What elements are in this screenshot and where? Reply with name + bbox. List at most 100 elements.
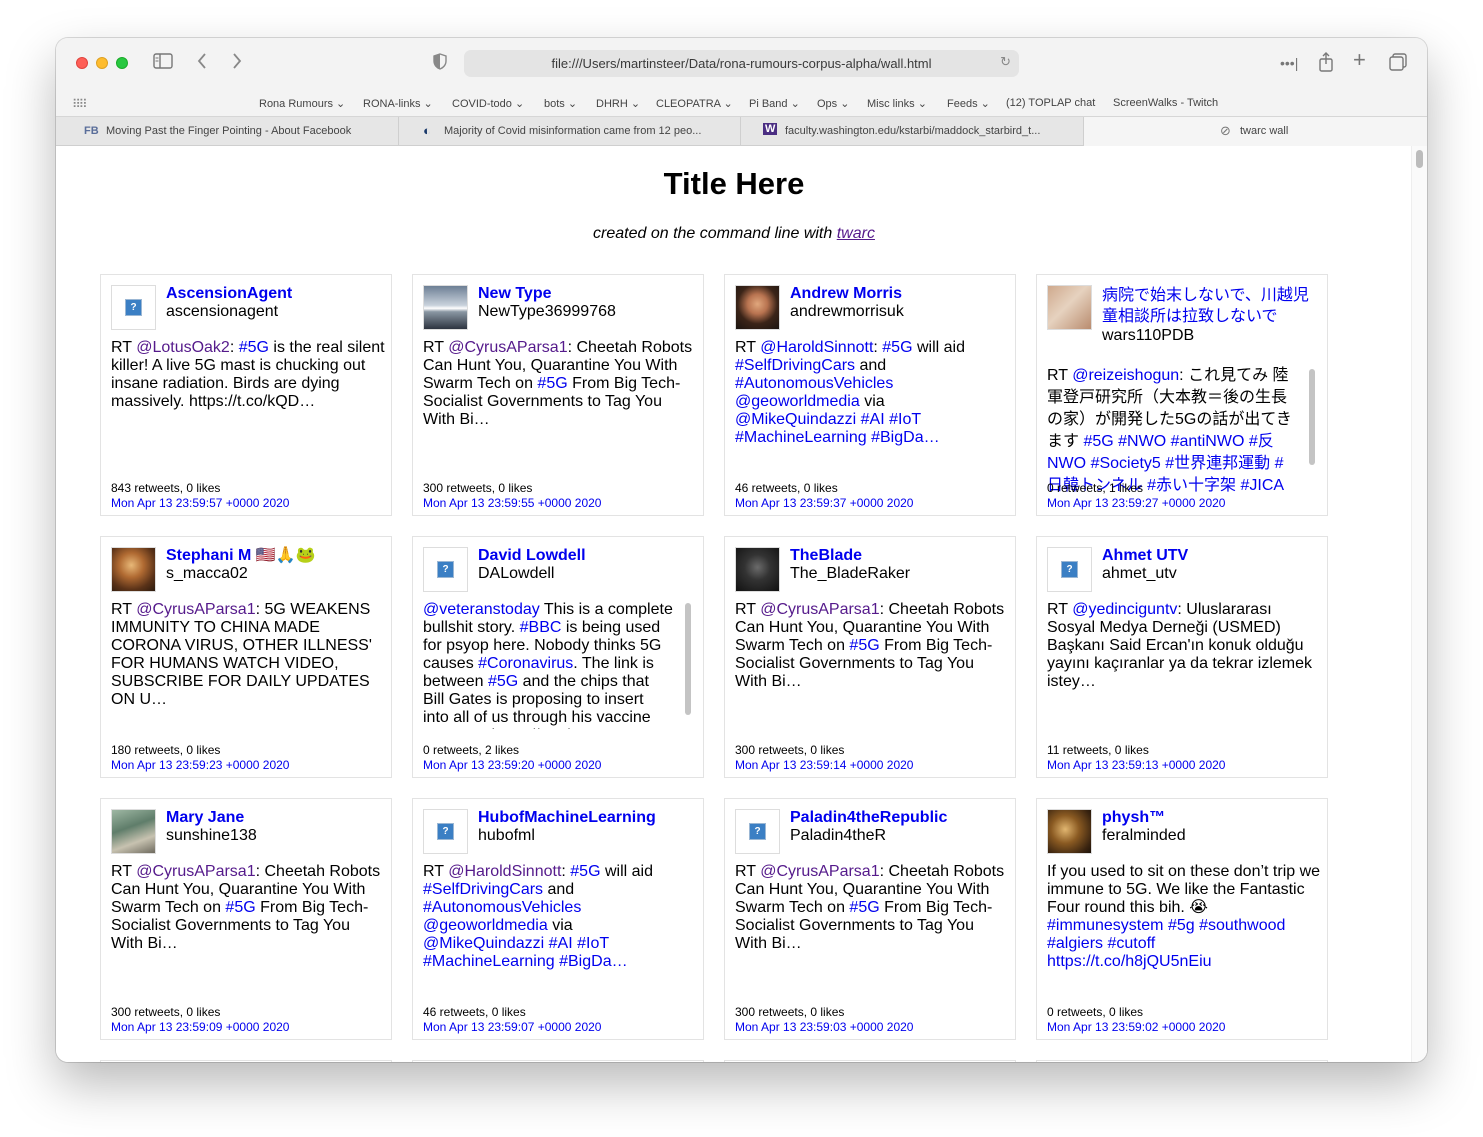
apps-grid-icon[interactable]: ⠿⠿ bbox=[72, 97, 88, 111]
tweet-author-name[interactable]: David Lowdell bbox=[478, 547, 697, 565]
hashtag-link[interactable]: #SelfDrivingCars bbox=[735, 357, 855, 374]
avatar[interactable] bbox=[111, 547, 156, 592]
tweet-author-name[interactable]: Ahmet UTV bbox=[1102, 547, 1321, 565]
hashtag-link[interactable]: #JICA bbox=[1241, 477, 1285, 493]
avatar[interactable] bbox=[1047, 809, 1092, 854]
hashtag-link[interactable]: #immunesystem bbox=[1047, 917, 1163, 934]
hashtag-link[interactable]: #Coronavirus bbox=[478, 655, 573, 672]
avatar[interactable]: ? bbox=[423, 809, 468, 854]
hashtag-link[interactable]: #BigDa… bbox=[871, 429, 939, 446]
minimize-window-button[interactable] bbox=[96, 57, 108, 69]
avatar[interactable]: ? bbox=[423, 547, 468, 592]
hashtag-link[interactable]: @veteranstoday bbox=[423, 601, 540, 618]
tweet-date-link[interactable]: Mon Apr 13 23:59:27 +0000 2020 bbox=[1047, 496, 1225, 510]
hashtag-link[interactable]: #algiers bbox=[1047, 935, 1103, 952]
tweet-author-name[interactable]: Andrew Morris bbox=[790, 285, 1009, 303]
privacy-shield-icon[interactable] bbox=[433, 53, 447, 74]
hashtag-link[interactable]: @geoworldmedia bbox=[735, 393, 860, 410]
mention-link[interactable]: @HaroldSinnott bbox=[448, 863, 561, 880]
hashtag-link[interactable]: @HaroldSinnott bbox=[760, 339, 873, 356]
address-bar[interactable]: file:///Users/martinsteer/Data/rona-rumo… bbox=[464, 50, 1019, 77]
hashtag-link[interactable]: #BigDa… bbox=[559, 953, 627, 970]
bookmark-folder[interactable]: CLEOPATRA ⌄ bbox=[656, 97, 733, 110]
bookmark-folder[interactable]: Ops ⌄ bbox=[817, 97, 849, 110]
bookmark-folder[interactable]: RONA-links ⌄ bbox=[363, 97, 433, 110]
hashtag-link[interactable]: #赤い十字架 bbox=[1147, 477, 1236, 493]
mention-link[interactable]: @CyrusAParsa1 bbox=[136, 863, 255, 880]
tweet-author-name[interactable]: Stephani M 🇺🇸🙏🐸 bbox=[166, 547, 385, 565]
tweet-date-link[interactable]: Mon Apr 13 23:59:02 +0000 2020 bbox=[1047, 1020, 1225, 1034]
hashtag-link[interactable]: #5G bbox=[849, 899, 879, 916]
tweet-text-scrollbar[interactable] bbox=[1309, 369, 1315, 465]
tweet-date-link[interactable]: Mon Apr 13 23:59:13 +0000 2020 bbox=[1047, 758, 1225, 772]
hashtag-link[interactable]: #NWO bbox=[1118, 433, 1166, 450]
back-icon[interactable] bbox=[196, 52, 208, 74]
tweet-date-link[interactable]: Mon Apr 13 23:59:14 +0000 2020 bbox=[735, 758, 913, 772]
hashtag-link[interactable]: #5G bbox=[882, 339, 912, 356]
hashtag-link[interactable]: #AutonomousVehicles bbox=[735, 375, 893, 392]
bookmark-folder[interactable]: Rona Rumours ⌄ bbox=[259, 97, 345, 110]
avatar[interactable] bbox=[735, 285, 780, 330]
new-tab-icon[interactable]: + bbox=[1353, 49, 1366, 71]
avatar[interactable]: ? bbox=[1047, 547, 1092, 592]
tweet-author-name[interactable]: Mary Jane bbox=[166, 809, 385, 827]
hashtag-link[interactable]: #5G bbox=[488, 673, 518, 690]
hashtag-link[interactable]: #世界連邦運動 bbox=[1165, 455, 1270, 472]
hashtag-link[interactable]: #IoT bbox=[577, 935, 609, 952]
hashtag-link[interactable]: #Society5 bbox=[1091, 455, 1161, 472]
hashtag-link[interactable]: @geoworldmedia bbox=[423, 917, 548, 934]
hashtag-link[interactable]: #cutoff bbox=[1107, 935, 1155, 952]
tweet-author-name[interactable]: New Type bbox=[478, 285, 697, 303]
hashtag-link[interactable]: @MikeQuindazzi bbox=[423, 935, 544, 952]
tweet-date-link[interactable]: Mon Apr 13 23:59:03 +0000 2020 bbox=[735, 1020, 913, 1034]
tweet-author-name[interactable]: Paladin4theRepublic bbox=[790, 809, 1009, 827]
avatar[interactable]: ? bbox=[735, 809, 780, 854]
avatar[interactable]: ? bbox=[111, 285, 156, 330]
bookmark-link[interactable]: (12) TOPLAP chat bbox=[1006, 97, 1095, 109]
tweet-author-name[interactable]: TheBlade bbox=[790, 547, 1009, 565]
bookmark-folder[interactable]: Feeds ⌄ bbox=[947, 97, 990, 110]
hashtag-link[interactable]: #5G bbox=[570, 863, 600, 880]
hashtag-link[interactable]: #southwood bbox=[1199, 917, 1285, 934]
tweet-author-name[interactable]: physh™ bbox=[1102, 809, 1321, 827]
hashtag-link[interactable]: #5G bbox=[849, 637, 879, 654]
mention-link[interactable]: @CyrusAParsa1 bbox=[760, 863, 879, 880]
scrollbar-thumb[interactable] bbox=[1416, 150, 1423, 168]
tweet-date-link[interactable]: Mon Apr 13 23:59:37 +0000 2020 bbox=[735, 496, 913, 510]
reload-icon[interactable]: ↻ bbox=[1000, 54, 1011, 70]
hashtag-link[interactable]: #BBC bbox=[520, 619, 562, 636]
mention-link[interactable]: @CyrusAParsa1 bbox=[448, 339, 567, 356]
tweet-date-link[interactable]: Mon Apr 13 23:59:57 +0000 2020 bbox=[111, 496, 289, 510]
hashtag-link[interactable]: #AI bbox=[861, 411, 885, 428]
avatar[interactable] bbox=[111, 809, 156, 854]
tweet-date-link[interactable]: Mon Apr 13 23:59:20 +0000 2020 bbox=[423, 758, 601, 772]
share-icon[interactable] bbox=[1318, 52, 1334, 76]
hashtag-link[interactable]: #5G bbox=[239, 339, 269, 356]
hashtag-link[interactable]: #5G bbox=[225, 899, 255, 916]
twarc-link[interactable]: twarc bbox=[837, 225, 875, 242]
tab-washington-faculty[interactable]: W faculty.washington.edu/kstarbi/maddock… bbox=[741, 117, 1084, 146]
hashtag-link[interactable]: #SelfDrivingCars bbox=[423, 881, 543, 898]
hashtag-link[interactable]: #IoT bbox=[889, 411, 921, 428]
hashtag-link[interactable]: #5G bbox=[537, 375, 567, 392]
avatar[interactable] bbox=[735, 547, 780, 592]
extensions-icon[interactable]: •••| bbox=[1280, 53, 1298, 73]
page-scrollbar[interactable] bbox=[1411, 146, 1427, 1062]
hashtag-link[interactable]: #MachineLearning bbox=[423, 953, 555, 970]
tab-covid-misinformation[interactable]: ◐ Majority of Covid misinformation came … bbox=[399, 117, 741, 146]
hashtag-link[interactable]: #antiNWO bbox=[1171, 433, 1245, 450]
hashtag-link[interactable]: #AutonomousVehicles bbox=[423, 899, 581, 916]
hashtag-link[interactable]: @reizeishogun bbox=[1072, 367, 1179, 384]
tweet-date-link[interactable]: Mon Apr 13 23:59:09 +0000 2020 bbox=[111, 1020, 289, 1034]
bookmark-folder[interactable]: Pi Band ⌄ bbox=[749, 97, 800, 110]
avatar[interactable] bbox=[423, 285, 468, 330]
hashtag-link[interactable]: @yedinciguntv bbox=[1072, 601, 1177, 618]
zoom-window-button[interactable] bbox=[116, 57, 128, 69]
tab-overview-icon[interactable] bbox=[1389, 53, 1407, 75]
bookmark-folder[interactable]: DHRH ⌄ bbox=[596, 97, 640, 110]
close-window-button[interactable] bbox=[76, 57, 88, 69]
mention-link[interactable]: @CyrusAParsa1 bbox=[136, 601, 255, 618]
mention-link[interactable]: @CyrusAParsa1 bbox=[760, 601, 879, 618]
hashtag-link[interactable]: https://t.co/h8jQU5nEiu bbox=[1047, 953, 1212, 970]
tweet-date-link[interactable]: Mon Apr 13 23:59:55 +0000 2020 bbox=[423, 496, 601, 510]
